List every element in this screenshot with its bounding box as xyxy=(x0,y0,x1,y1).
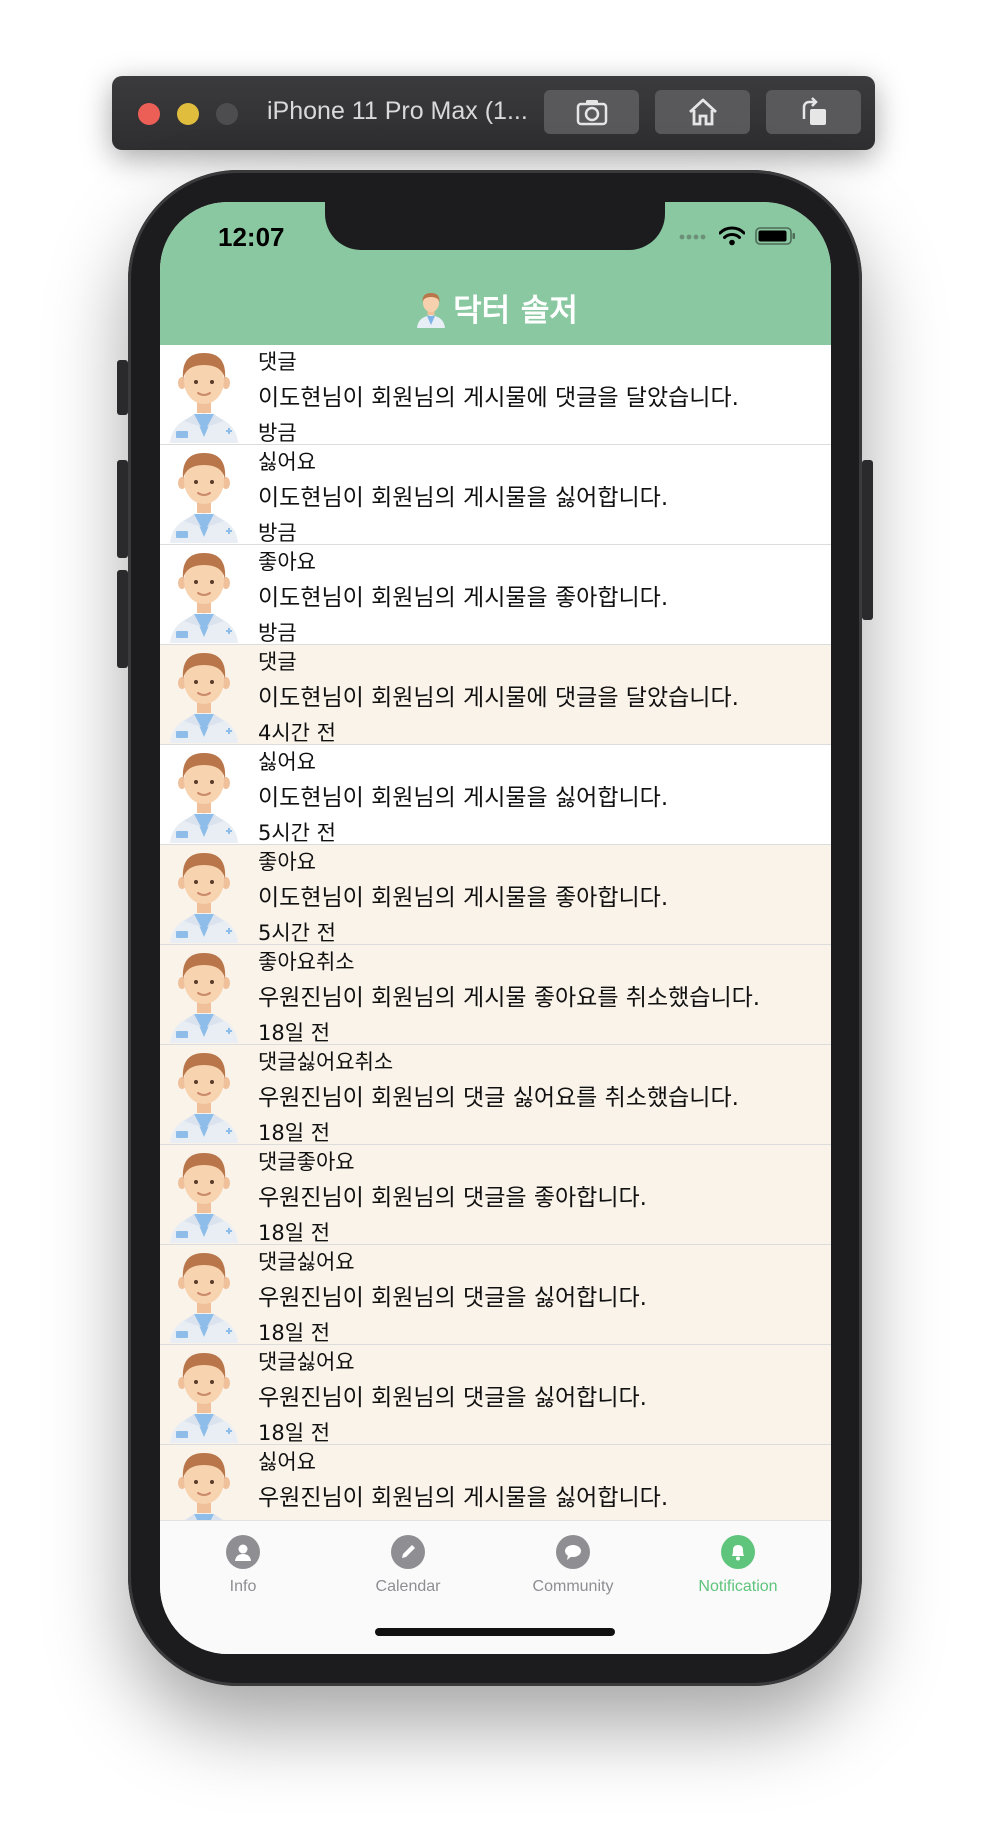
doctor-avatar-icon xyxy=(168,847,240,943)
home-button[interactable] xyxy=(655,90,750,134)
doctor-emoji-icon xyxy=(417,292,446,328)
notification-time: 18일 전 xyxy=(258,1021,331,1045)
app-header: 12:07 닥터 솔저 xyxy=(160,202,831,345)
rotate-icon xyxy=(802,97,826,125)
notification-time: 4시간 전 xyxy=(258,721,336,745)
notification-time: 방금 xyxy=(258,521,297,545)
doctor-avatar-icon xyxy=(168,347,240,443)
tab-calendar[interactable]: Calendar xyxy=(333,1535,483,1596)
notification-type: 좋아요 xyxy=(258,550,316,574)
notification-message: 우원진님이 회원님의 댓글 싫어요를 취소했습니다. xyxy=(258,1085,739,1111)
chat-bubble-icon xyxy=(556,1535,590,1569)
notification-time: 5시간 전 xyxy=(258,921,336,945)
close-window-button[interactable] xyxy=(138,103,160,125)
notification-row[interactable]: 좋아요 이도현님이 회원님의 게시물을 좋아합니다. 5시간 전 xyxy=(160,845,831,945)
notification-type: 댓글 xyxy=(258,350,297,374)
notification-message: 이도현님이 회원님의 게시물을 좋아합니다. xyxy=(258,885,669,911)
notification-type: 좋아요취소 xyxy=(258,950,355,974)
notification-row[interactable]: 댓글 이도현님이 회원님의 게시물에 댓글을 달았습니다. 방금 xyxy=(160,345,831,445)
notification-row[interactable]: 댓글좋아요 우원진님이 회원님의 댓글을 좋아합니다. 18일 전 xyxy=(160,1145,831,1245)
notification-time: 방금 xyxy=(258,621,297,645)
notification-time: 방금 xyxy=(258,421,297,445)
notification-row[interactable]: 싫어요 이도현님이 회원님의 게시물을 싫어합니다. 방금 xyxy=(160,445,831,545)
doctor-avatar-icon xyxy=(168,447,240,543)
doctor-avatar-icon xyxy=(168,1347,240,1443)
doctor-avatar-icon xyxy=(168,1247,240,1343)
notification-message: 우원진님이 회원님의 댓글을 싫어합니다. xyxy=(258,1285,647,1311)
notification-time: 18일 전 xyxy=(258,1121,331,1145)
doctor-avatar-icon xyxy=(168,1047,240,1143)
tab-info-label: Info xyxy=(229,1578,257,1595)
notification-row[interactable]: 댓글싫어요취소 우원진님이 회원님의 댓글 싫어요를 취소했습니다. 18일 전 xyxy=(160,1045,831,1145)
notification-time: 18일 전 xyxy=(258,1321,331,1345)
notification-type: 싫어요 xyxy=(258,750,316,774)
notification-message: 우원진님이 회원님의 댓글을 좋아합니다. xyxy=(258,1185,647,1211)
app-title-text: 닥터 솔저 xyxy=(453,293,578,329)
status-icons xyxy=(679,226,797,246)
notification-time: 18일 전 xyxy=(258,1421,331,1445)
notification-message: 이도현님이 회원님의 게시물에 댓글을 달았습니다. xyxy=(258,385,739,411)
tab-notification-label: Notification xyxy=(698,1578,778,1595)
zoom-window-button[interactable] xyxy=(216,103,238,125)
person-icon xyxy=(226,1535,260,1569)
doctor-avatar-icon xyxy=(168,947,240,1043)
notification-row[interactable]: 댓글 이도현님이 회원님의 게시물에 댓글을 달았습니다. 4시간 전 xyxy=(160,645,831,745)
tab-community[interactable]: Community xyxy=(498,1535,648,1596)
tab-info[interactable]: Info xyxy=(168,1535,318,1596)
volume-up-button xyxy=(117,460,128,558)
notification-type: 댓글싫어요 xyxy=(258,1350,355,1374)
notification-message: 우원진님이 회원님의 게시물 좋아요를 취소했습니다. xyxy=(258,985,761,1011)
notification-type: 댓글싫어요취소 xyxy=(258,1050,394,1074)
notification-row[interactable]: 댓글싫어요 우원진님이 회원님의 댓글을 싫어합니다. 18일 전 xyxy=(160,1245,831,1345)
window-title: iPhone 11 Pro Max (1... xyxy=(267,97,528,125)
camera-icon xyxy=(576,100,607,126)
notification-message: 이도현님이 회원님의 게시물을 싫어합니다. xyxy=(258,485,669,511)
notification-row[interactable]: 댓글싫어요 우원진님이 회원님의 댓글을 싫어합니다. 18일 전 xyxy=(160,1345,831,1445)
doctor-avatar-icon xyxy=(168,647,240,743)
notification-time: 18일 전 xyxy=(258,1221,331,1245)
notification-type: 싫어요 xyxy=(258,450,316,474)
minimize-window-button[interactable] xyxy=(177,103,199,125)
notification-type: 댓글좋아요 xyxy=(258,1150,355,1174)
notification-message: 우원진님이 회원님의 댓글을 싫어합니다. xyxy=(258,1385,647,1411)
home-icon xyxy=(688,98,717,126)
notification-message: 이도현님이 회원님의 게시물을 좋아합니다. xyxy=(258,585,669,611)
notification-time: 5시간 전 xyxy=(258,821,336,845)
bell-icon xyxy=(721,1535,755,1569)
pencil-icon xyxy=(391,1535,425,1569)
cellular-signal-icon xyxy=(679,234,706,240)
battery-icon xyxy=(755,227,795,245)
wifi-icon xyxy=(719,226,745,246)
notification-row[interactable]: 싫어요 이도현님이 회원님의 게시물을 싫어합니다. 5시간 전 xyxy=(160,745,831,845)
volume-down-button xyxy=(117,570,128,668)
notification-message: 이도현님이 회원님의 게시물을 싫어합니다. xyxy=(258,785,669,811)
notification-row[interactable]: 싫어요 우원진님이 회원님의 게시물을 싫어합니다. xyxy=(160,1445,831,1520)
doctor-avatar-icon xyxy=(168,1147,240,1243)
doctor-avatar-icon xyxy=(168,747,240,843)
silent-switch xyxy=(117,360,128,415)
tab-community-label: Community xyxy=(532,1578,614,1595)
notification-type: 댓글싫어요 xyxy=(258,1250,355,1274)
doctor-avatar-icon xyxy=(168,1447,240,1520)
screenshot-button[interactable] xyxy=(544,90,639,134)
notification-message: 이도현님이 회원님의 게시물에 댓글을 달았습니다. xyxy=(258,685,739,711)
power-button xyxy=(862,460,873,620)
notification-message: 우원진님이 회원님의 게시물을 싫어합니다. xyxy=(258,1485,669,1511)
home-indicator[interactable] xyxy=(375,1628,615,1636)
app-title: 닥터 솔저 xyxy=(160,285,831,330)
rotate-button[interactable] xyxy=(766,90,861,134)
notification-row[interactable]: 좋아요 이도현님이 회원님의 게시물을 좋아합니다. 방금 xyxy=(160,545,831,645)
tab-calendar-label: Calendar xyxy=(375,1578,441,1595)
notch xyxy=(325,202,665,250)
app-screen: 12:07 닥터 솔저 댓글 이도현님이 회원님의 게시물에 댓글을 달았습니다… xyxy=(160,202,831,1654)
notification-row[interactable]: 좋아요취소 우원진님이 회원님의 게시물 좋아요를 취소했습니다. 18일 전 xyxy=(160,945,831,1045)
notification-type: 싫어요 xyxy=(258,1450,316,1474)
notification-list[interactable]: 댓글 이도현님이 회원님의 게시물에 댓글을 달았습니다. 방금 싫어요 이도현… xyxy=(160,345,831,1520)
simulator-toolbar: iPhone 11 Pro Max (1... xyxy=(112,76,875,150)
notification-type: 댓글 xyxy=(258,650,297,674)
doctor-avatar-icon xyxy=(168,547,240,643)
notification-type: 좋아요 xyxy=(258,850,316,874)
tab-notification[interactable]: Notification xyxy=(663,1535,813,1596)
status-time: 12:07 xyxy=(218,222,285,252)
